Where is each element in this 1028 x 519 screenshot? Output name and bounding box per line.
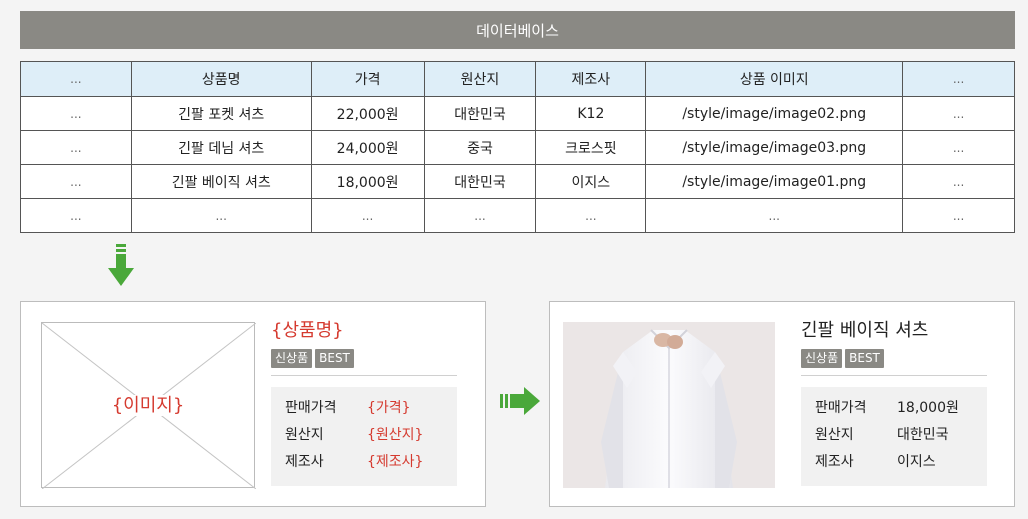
table-row: ... 긴팔 베이직 셔츠 18,000원 대한민국 이지스 /style/im… — [20, 164, 1015, 199]
table-cell: 이지스 — [535, 164, 647, 199]
result-info: 긴팔 베이직 셔츠 신상품 BEST 판매가격 18,000원 원산지 대한민국… — [801, 319, 987, 486]
badge-best: BEST — [845, 349, 884, 368]
table-cell: /style/image/image02.png — [645, 96, 904, 131]
table-cell: K12 — [535, 96, 647, 131]
table-cell: /style/image/image03.png — [645, 130, 904, 165]
spec-box: 판매가격 {가격} 원산지 {원산지} 제조사 {제조사} — [271, 387, 457, 486]
table-cell: ... — [535, 198, 647, 233]
table-cell: 24,000원 — [310, 130, 425, 165]
table-cell: 중국 — [423, 130, 537, 165]
column-header: 제조사 — [535, 61, 647, 97]
table-cell: ... — [902, 198, 1015, 233]
table-cell: ... — [130, 198, 312, 233]
column-header: 원산지 — [423, 61, 537, 97]
spec-box: 판매가격 18,000원 원산지 대한민국 제조사 이지스 — [801, 387, 987, 486]
spec-value: 이지스 — [897, 454, 936, 470]
spec-key: 판매가격 — [815, 400, 867, 416]
table-cell: /style/image/image01.png — [645, 164, 904, 199]
spec-row-origin: 원산지 대한민국 — [815, 422, 973, 449]
spec-value: {제조사} — [367, 454, 424, 470]
spec-key: 원산지 — [815, 427, 854, 443]
table-cell: ... — [902, 164, 1015, 199]
table-cell: ... — [20, 130, 132, 165]
spec-value: 18,000원 — [897, 400, 959, 416]
table-cell: 긴팔 데님 셔츠 — [130, 130, 312, 165]
product-name-placeholder: {상품명} — [271, 320, 344, 341]
table-cell: ... — [310, 198, 425, 233]
table-cell: ... — [902, 130, 1015, 165]
table-row: ... 긴팔 데님 셔츠 24,000원 중국 크로스핏 /style/imag… — [20, 130, 1015, 165]
image-placeholder-label: {이미지} — [107, 395, 189, 416]
table-cell: ... — [902, 96, 1015, 131]
right-arrow-icon — [500, 387, 540, 415]
spec-key: 판매가격 — [285, 400, 337, 416]
column-header: ... — [20, 61, 132, 97]
table-header-row: ... 상품명 가격 원산지 제조사 상품 이미지 ... — [20, 61, 1015, 97]
badge-group: 신상품 BEST — [801, 349, 987, 368]
divider — [271, 375, 457, 376]
result-card: 긴팔 베이직 셔츠 신상품 BEST 판매가격 18,000원 원산지 대한민국… — [549, 301, 1015, 507]
spec-row-maker: 제조사 {제조사} — [285, 449, 443, 476]
spec-value: {원산지} — [367, 427, 424, 443]
table-cell: ... — [20, 96, 132, 131]
table-cell: 긴팔 베이직 셔츠 — [130, 164, 312, 199]
table-cell: 크로스핏 — [535, 130, 647, 165]
image-placeholder: {이미지} — [41, 322, 256, 489]
badge-group: 신상품 BEST — [271, 349, 457, 368]
badge-new: 신상품 — [271, 349, 313, 368]
template-card: {이미지} {상품명} 신상품 BEST 판매가격 {가격} 원산지 {원산지}… — [20, 301, 486, 507]
database-title: 데이터베이스 — [20, 11, 1015, 49]
spec-row-price: 판매가격 {가격} — [285, 395, 443, 422]
table-cell: 18,000원 — [310, 164, 425, 199]
table-cell: 대한민국 — [423, 96, 537, 131]
table-row: ... 긴팔 포켓 셔츠 22,000원 대한민국 K12 /style/ima… — [20, 96, 1015, 131]
spec-value: {가격} — [367, 400, 411, 416]
column-header: ... — [902, 61, 1015, 97]
table-cell: 대한민국 — [423, 164, 537, 199]
column-header: 가격 — [310, 61, 425, 97]
table-cell: 긴팔 포켓 셔츠 — [130, 96, 312, 131]
spec-key: 제조사 — [285, 454, 324, 470]
spec-key: 제조사 — [815, 454, 854, 470]
down-arrow-icon — [108, 244, 134, 286]
spec-row-price: 판매가격 18,000원 — [815, 395, 973, 422]
table-cell: ... — [20, 198, 132, 233]
badge-new: 신상품 — [801, 349, 843, 368]
divider — [801, 375, 987, 376]
spec-key: 원산지 — [285, 427, 324, 443]
shirt-image — [563, 322, 775, 488]
table-cell: ... — [423, 198, 537, 233]
table-cell: ... — [20, 164, 132, 199]
column-header: 상품 이미지 — [645, 61, 904, 97]
table-row: ... ... ... ... ... ... ... — [20, 198, 1015, 233]
table-cell: ... — [645, 198, 904, 233]
spec-row-origin: 원산지 {원산지} — [285, 422, 443, 449]
database-table: ... 상품명 가격 원산지 제조사 상품 이미지 ... ... 긴팔 포켓 … — [20, 61, 1015, 233]
table-cell: 22,000원 — [310, 96, 425, 131]
product-photo — [563, 322, 775, 488]
column-header: 상품명 — [130, 61, 312, 97]
template-info: {상품명} 신상품 BEST 판매가격 {가격} 원산지 {원산지} 제조사 {… — [271, 319, 457, 486]
spec-value: 대한민국 — [897, 427, 949, 443]
spec-row-maker: 제조사 이지스 — [815, 449, 973, 476]
badge-best: BEST — [315, 349, 354, 368]
product-name: 긴팔 베이직 셔츠 — [801, 320, 929, 341]
